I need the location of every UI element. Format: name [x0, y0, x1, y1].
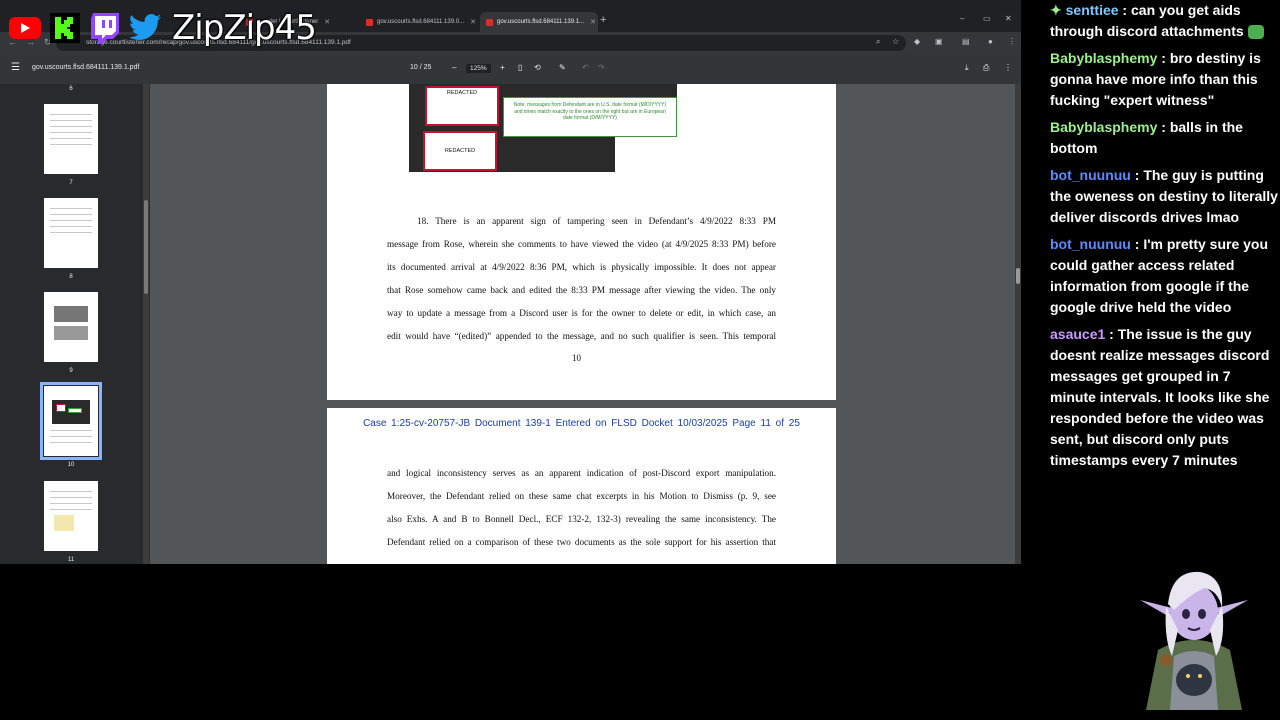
green-emote-icon	[1247, 25, 1264, 40]
paragraph-line: Defendant relied on a comparison of thes…	[387, 537, 776, 547]
thumbnail-label: 7	[69, 180, 73, 186]
browser-window: ...ender | CourtListener ✕ gov.uscourts.…	[0, 0, 1021, 564]
sidebar-scrollbar[interactable]	[143, 84, 149, 564]
profile-icon[interactable]: ●	[988, 37, 993, 46]
fit-page-icon[interactable]: ▯	[518, 63, 522, 72]
chat-panel: ✦ senttiee : can you get aids through di…	[1050, 0, 1280, 477]
undo-icon[interactable]: ↶	[582, 63, 589, 72]
thumbnail-label: 10	[67, 462, 75, 468]
pdf-favicon-icon	[366, 18, 373, 26]
chat-message: bot_nuunuu : I'm pretty sure you could g…	[1050, 236, 1269, 315]
zoom-icon[interactable]: ⌕	[876, 37, 880, 47]
minimize-icon[interactable]: –	[960, 14, 964, 23]
close-window-icon[interactable]: ✕	[1005, 14, 1012, 23]
social-overlay: ZipZip45	[8, 8, 317, 48]
page-thumbnail-11[interactable]	[44, 481, 98, 551]
paragraph-line: and logical inconsistency serves as an a…	[387, 468, 776, 478]
kick-icon	[48, 11, 82, 45]
chat-username: senttiee	[1065, 2, 1119, 18]
tab-label: gov.uscourts.flsd.684111.139.1...	[497, 19, 585, 25]
chat-message: Babyblasphemy : bro destiny is gonna hav…	[1050, 50, 1261, 108]
page-thumbnail-10[interactable]	[40, 382, 102, 460]
pdf-toolbar: ☰ gov.uscourts.flsd.684111.139.1.pdf 10 …	[0, 54, 1021, 84]
browser-menu-icon[interactable]: ⋮	[1008, 37, 1016, 46]
print-icon[interactable]: ⎙	[983, 63, 989, 73]
paragraph-line: message from Rose, wherein she comments …	[387, 239, 776, 249]
paragraph-line: edit would have “(edited)” appended to t…	[387, 331, 776, 341]
page-number: 10	[572, 353, 581, 363]
page-thumbnail-8[interactable]	[44, 198, 98, 268]
chat-message: ✦ senttiee : can you get aids through di…	[1050, 0, 1280, 42]
chat-message: bot_nuunuu : The guy is putting the owen…	[1050, 167, 1278, 225]
stream-frame: ...ender | CourtListener ✕ gov.uscourts.…	[0, 0, 1280, 720]
redacted-box: REDACTED	[425, 86, 499, 126]
page-number-input[interactable]: 10	[410, 64, 418, 71]
bookmark-star-icon[interactable]: ☆	[892, 37, 899, 46]
chat-text: The issue is the guy doesnt realize mess…	[1050, 326, 1270, 468]
youtube-icon	[8, 11, 42, 45]
paragraph-line: 18. There is an apparent sign of tamperi…	[417, 216, 776, 226]
thumbnail-label: 6	[69, 86, 73, 92]
zoom-in-icon[interactable]: +	[500, 63, 505, 72]
rotate-icon[interactable]: ⟲	[534, 63, 541, 72]
sparkle-badge-icon: ✦	[1050, 2, 1066, 18]
zoom-out-icon[interactable]: –	[452, 63, 456, 72]
paragraph-line: its documented arrival at 4/9/2022 8:36 …	[387, 262, 776, 272]
maximize-icon[interactable]: ▭	[983, 14, 991, 23]
zoom-input[interactable]: 125%	[466, 64, 491, 73]
annotate-icon[interactable]: ✎	[559, 63, 566, 72]
more-options-icon[interactable]: ⋮	[1004, 63, 1012, 72]
green-note-box: Note, messages from Defendant are in U.S…	[503, 97, 677, 137]
paragraph-line: that Rose somehow came back and edited t…	[387, 285, 776, 295]
twitter-bird-icon	[128, 11, 162, 45]
redo-icon[interactable]: ↷	[598, 63, 605, 72]
extension-icon[interactable]: ◆	[914, 37, 920, 46]
thumbnail-label: 11	[67, 557, 75, 563]
pdf-page-11: Case 1:25-cv-20757-JB Document 139-1 Ent…	[327, 408, 836, 564]
thumbnail-sidebar: 6 7 8 9 10 11	[0, 84, 146, 564]
tab-pdf-139-1[interactable]: gov.uscourts.flsd.684111.139.1... ✕	[480, 12, 598, 32]
page-total: / 25	[419, 64, 432, 71]
paragraph-line: way to update a message from a Discord u…	[387, 308, 776, 318]
pdf-page-10: REDACTED REDACTED Note, messages from De…	[327, 84, 836, 400]
redacted-box: REDACTED	[423, 131, 497, 171]
page-thumbnail-9[interactable]	[44, 292, 98, 362]
chat-username: asauce1	[1050, 326, 1106, 342]
close-tab-icon[interactable]: ✕	[590, 18, 596, 26]
pdf-favicon-icon	[486, 18, 493, 26]
streamer-name: ZipZip45	[172, 8, 317, 48]
document-scrollbar[interactable]	[1015, 84, 1021, 564]
twitch-icon	[88, 11, 122, 45]
tab-pdf-139-0[interactable]: gov.uscourts.flsd.684111.139.0... ✕	[360, 12, 478, 32]
extensions-puzzle-icon[interactable]: ▣	[935, 37, 943, 46]
thumbnail-label: 9	[69, 368, 73, 374]
chat-username: Babyblasphemy	[1050, 50, 1158, 66]
chat-username: Babyblasphemy	[1050, 119, 1158, 135]
tab-label: gov.uscourts.flsd.684111.139.0...	[377, 19, 465, 25]
pdf-filename: gov.uscourts.flsd.684111.139.1.pdf	[32, 64, 140, 71]
chat-message: asauce1 : The issue is the guy doesnt re…	[1050, 326, 1270, 468]
chat-username: bot_nuunuu	[1050, 167, 1131, 183]
sidebar-menu-icon[interactable]: ☰	[11, 62, 20, 73]
thumbnail-label: 8	[69, 274, 73, 280]
chat-message: Babyblasphemy : balls in the bottom	[1050, 119, 1243, 156]
chat-username: bot_nuunuu	[1050, 236, 1131, 252]
document-scroll-thumb[interactable]	[1016, 268, 1020, 284]
sidepanel-icon[interactable]: ▤	[962, 37, 970, 46]
download-icon[interactable]: ⤓	[965, 63, 969, 73]
pdf-document-area[interactable]: REDACTED REDACTED Note, messages from De…	[150, 84, 1015, 564]
new-tab-icon[interactable]: +	[600, 14, 606, 26]
paragraph-line: also Exhs. A and B to Bonnell Decl., ECF…	[387, 514, 776, 524]
page-thumbnail-7[interactable]	[44, 104, 98, 174]
close-tab-icon[interactable]: ✕	[324, 18, 330, 26]
sidebar-scroll-thumb[interactable]	[144, 200, 148, 294]
page-indicator[interactable]: 10 / 25	[410, 64, 431, 71]
streamer-avatar	[1140, 571, 1248, 710]
paragraph-line: Moreover, the Defendant relied on these …	[387, 491, 776, 501]
close-tab-icon[interactable]: ✕	[470, 18, 476, 26]
case-header: Case 1:25-cv-20757-JB Document 139-1 Ent…	[363, 418, 800, 429]
